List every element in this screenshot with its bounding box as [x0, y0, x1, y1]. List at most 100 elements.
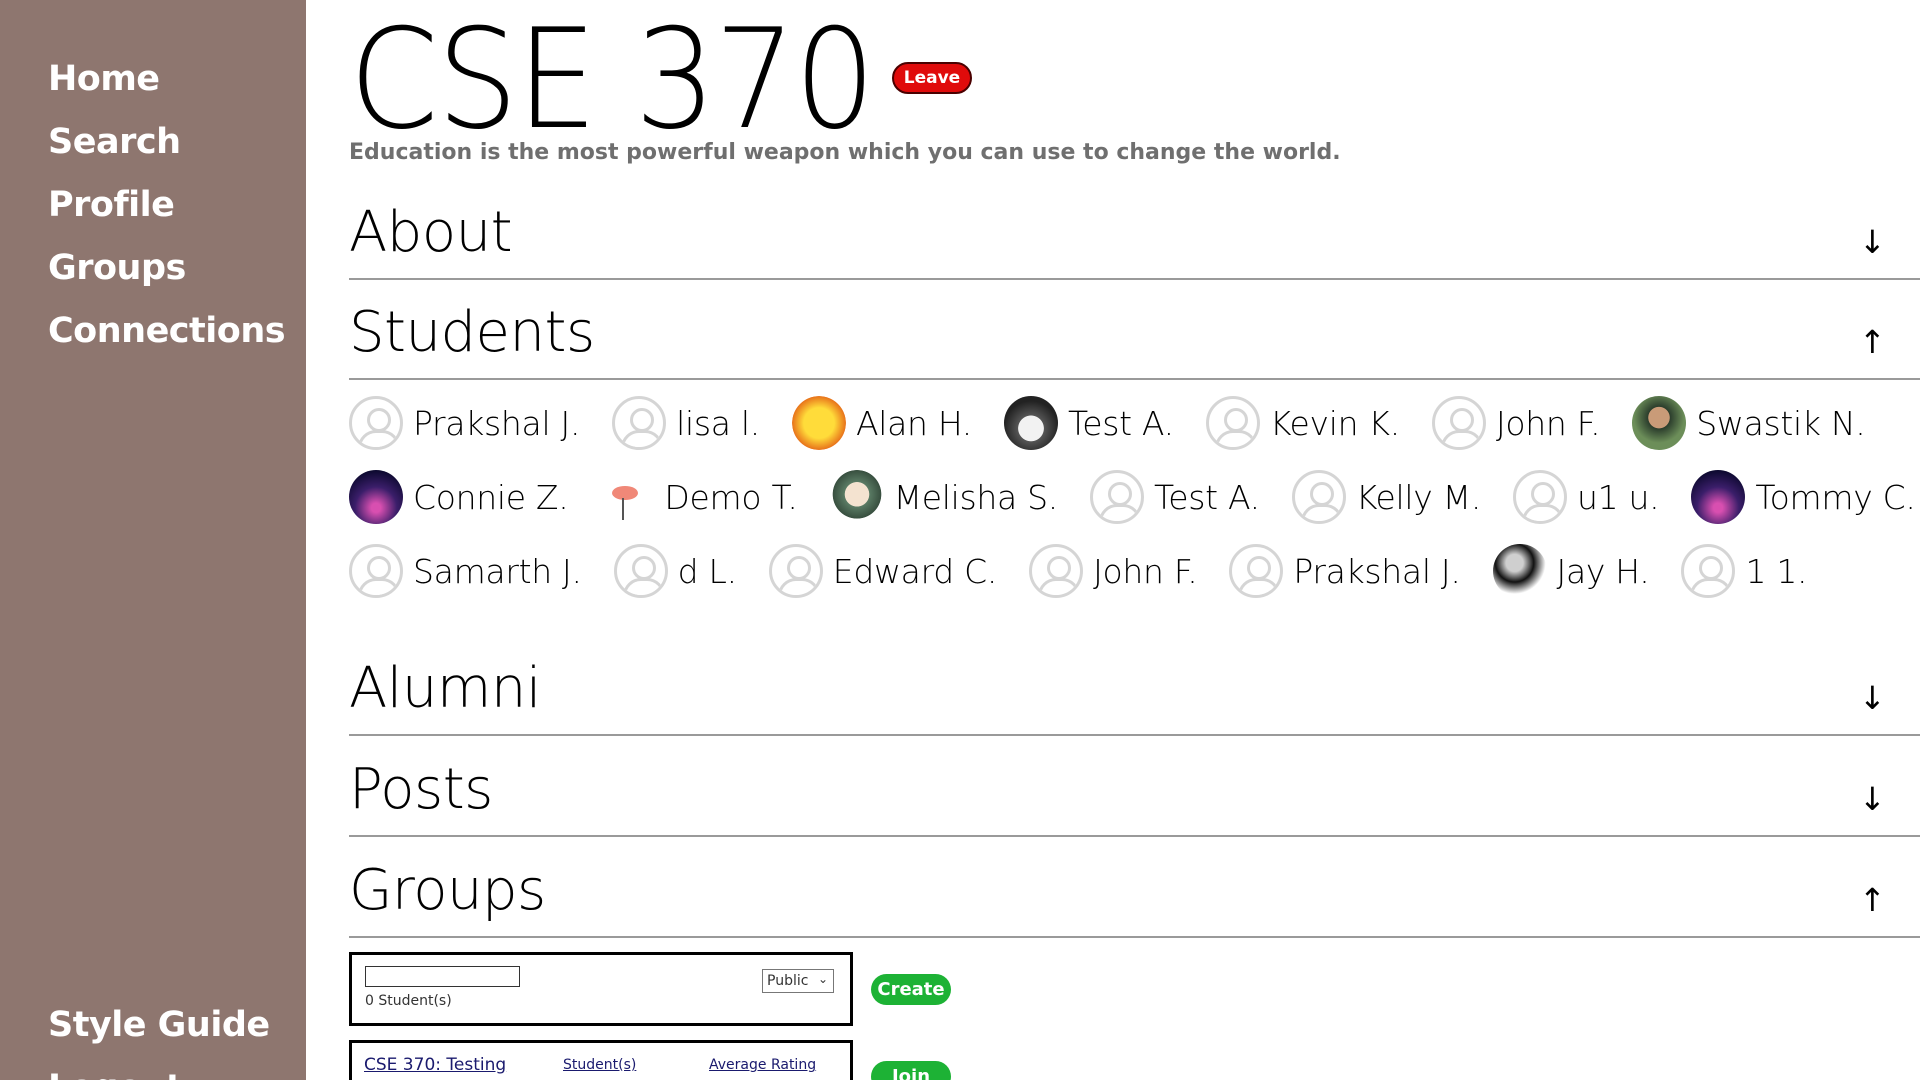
- leave-button[interactable]: Leave: [892, 62, 972, 94]
- sidebar: Home Search Profile Groups Connections S…: [0, 0, 306, 1080]
- nav-item-logout[interactable]: Logout: [48, 1057, 270, 1080]
- avatar: [1089, 470, 1144, 524]
- student-name: Kelly M.: [1355, 477, 1482, 517]
- groups-section: Groups ↑: [349, 848, 1920, 938]
- about-toggle-arrow-icon[interactable]: ↓: [1859, 222, 1886, 262]
- students-toggle-arrow-icon[interactable]: ↑: [1859, 322, 1886, 362]
- avatar: [791, 396, 846, 450]
- nav-item-style-guide[interactable]: Style Guide: [48, 994, 270, 1057]
- student-item[interactable]: Tommy C.: [1691, 470, 1916, 524]
- student-name: lisa l.: [676, 403, 760, 443]
- avatar: [1492, 544, 1547, 598]
- student-item[interactable]: d L.: [613, 544, 737, 598]
- posts-heading: Posts: [349, 757, 493, 822]
- student-item[interactable]: Demo T.: [600, 470, 798, 524]
- students-heading: Students: [349, 300, 595, 365]
- alumni-section: Alumni ↓: [349, 646, 1920, 736]
- student-item[interactable]: lisa l.: [612, 396, 760, 450]
- avatar: [349, 396, 403, 450]
- alumni-heading: Alumni: [349, 656, 541, 721]
- student-item[interactable]: Test A.: [1089, 470, 1260, 524]
- student-item[interactable]: Samarth J.: [349, 544, 582, 598]
- avatar: [349, 470, 403, 524]
- student-item[interactable]: Connie Z.: [349, 470, 569, 524]
- nav-item-home[interactable]: Home: [48, 48, 285, 111]
- student-name: Jay H.: [1556, 551, 1650, 591]
- avatar: [1681, 544, 1736, 598]
- student-item[interactable]: Edward C.: [768, 544, 998, 598]
- posts-toggle-arrow-icon[interactable]: ↓: [1859, 779, 1886, 819]
- create-group-button[interactable]: Create: [871, 974, 951, 1005]
- nav-item-search[interactable]: Search: [48, 111, 285, 174]
- student-name: Edward C.: [832, 551, 998, 591]
- student-item[interactable]: Jay H.: [1492, 544, 1650, 598]
- student-name: Test A.: [1153, 477, 1260, 517]
- nav-item-profile[interactable]: Profile: [48, 174, 285, 237]
- chevron-down-icon: ⌄: [817, 972, 828, 986]
- student-name: Test A.: [1067, 403, 1174, 443]
- student-name: u1 u.: [1577, 477, 1660, 517]
- title-row: CSE 370: [349, 0, 913, 160]
- student-item[interactable]: John F.: [1029, 544, 1198, 598]
- student-name: Prakshal J.: [413, 403, 581, 443]
- student-name: Swastik N.: [1696, 403, 1866, 443]
- avatar: [1003, 396, 1058, 450]
- avatar: [1691, 470, 1746, 524]
- student-item[interactable]: Melisha S.: [829, 470, 1059, 524]
- avatar: [613, 544, 668, 598]
- student-name: John F.: [1093, 551, 1198, 591]
- groups-heading: Groups: [349, 858, 546, 923]
- student-name: Alan H.: [855, 403, 972, 443]
- student-name: Melisha S.: [893, 477, 1059, 517]
- page-title: CSE 370: [349, 0, 876, 160]
- join-group-button[interactable]: Join: [871, 1061, 951, 1080]
- student-name: 1 1.: [1745, 551, 1808, 591]
- nav-item-connections[interactable]: Connections: [48, 300, 286, 363]
- avatar: [612, 396, 667, 450]
- student-name: Demo T.: [664, 477, 798, 517]
- avatar: [1029, 544, 1084, 598]
- student-item[interactable]: u1 u.: [1513, 470, 1660, 524]
- student-item[interactable]: 1 1.: [1681, 544, 1808, 598]
- student-item[interactable]: John F.: [1431, 396, 1601, 450]
- student-name: Samarth J.: [413, 551, 582, 591]
- student-item[interactable]: Swastik N.: [1632, 396, 1866, 450]
- avatar: [829, 470, 884, 524]
- student-name: Prakshal J.: [1293, 551, 1461, 591]
- new-group-card: Public ⌄ 0 Student(s): [349, 952, 853, 1026]
- avatar: [1205, 396, 1260, 450]
- student-name: John F.: [1495, 403, 1601, 443]
- groups-toggle-arrow-icon[interactable]: ↑: [1859, 880, 1886, 920]
- about-section: About ↓: [349, 190, 1920, 280]
- student-item[interactable]: Kelly M.: [1291, 470, 1482, 524]
- avatar: [1431, 396, 1486, 450]
- sidebar-bottom-nav: Style Guide Logout: [48, 994, 270, 1080]
- student-item[interactable]: Kevin K.: [1205, 396, 1400, 450]
- student-item[interactable]: Alan H.: [791, 396, 972, 450]
- students-section: Students ↑: [349, 290, 1920, 380]
- group-name-link[interactable]: CSE 370: Testing: [364, 1055, 506, 1075]
- group-name-input[interactable]: [365, 966, 520, 987]
- alumni-toggle-arrow-icon[interactable]: ↓: [1859, 678, 1886, 718]
- posts-section: Posts ↓: [349, 747, 1920, 837]
- student-name: Tommy C.: [1755, 477, 1916, 517]
- avatar: [1513, 470, 1568, 524]
- group-students-link[interactable]: Student(s): [563, 1057, 636, 1073]
- group-student-count: 0 Student(s): [365, 993, 452, 1009]
- student-item[interactable]: Prakshal J.: [349, 396, 580, 450]
- avatar: [1291, 470, 1346, 524]
- student-item[interactable]: Prakshal J.: [1229, 544, 1461, 598]
- group-card: CSE 370: Testing Student(s) Average Rati…: [349, 1040, 853, 1080]
- student-item[interactable]: Test A.: [1003, 396, 1174, 450]
- students-row: Connie Z. Demo T. Melisha S. Test A. Kel…: [349, 467, 1920, 527]
- nav-item-groups[interactable]: Groups: [48, 237, 285, 300]
- page-subtitle: Education is the most powerful weapon wh…: [349, 140, 1341, 165]
- about-heading: About: [349, 200, 513, 265]
- avatar: [349, 544, 403, 598]
- group-visibility-value: Public: [767, 973, 809, 989]
- group-rating-link[interactable]: Average Rating: [709, 1057, 816, 1073]
- group-visibility-select[interactable]: Public ⌄: [762, 969, 834, 993]
- student-name: d L.: [677, 551, 737, 591]
- student-name: Connie Z.: [413, 477, 569, 517]
- students-row: Prakshal J. lisa l. Alan H. Test A. Kevi…: [349, 393, 1898, 453]
